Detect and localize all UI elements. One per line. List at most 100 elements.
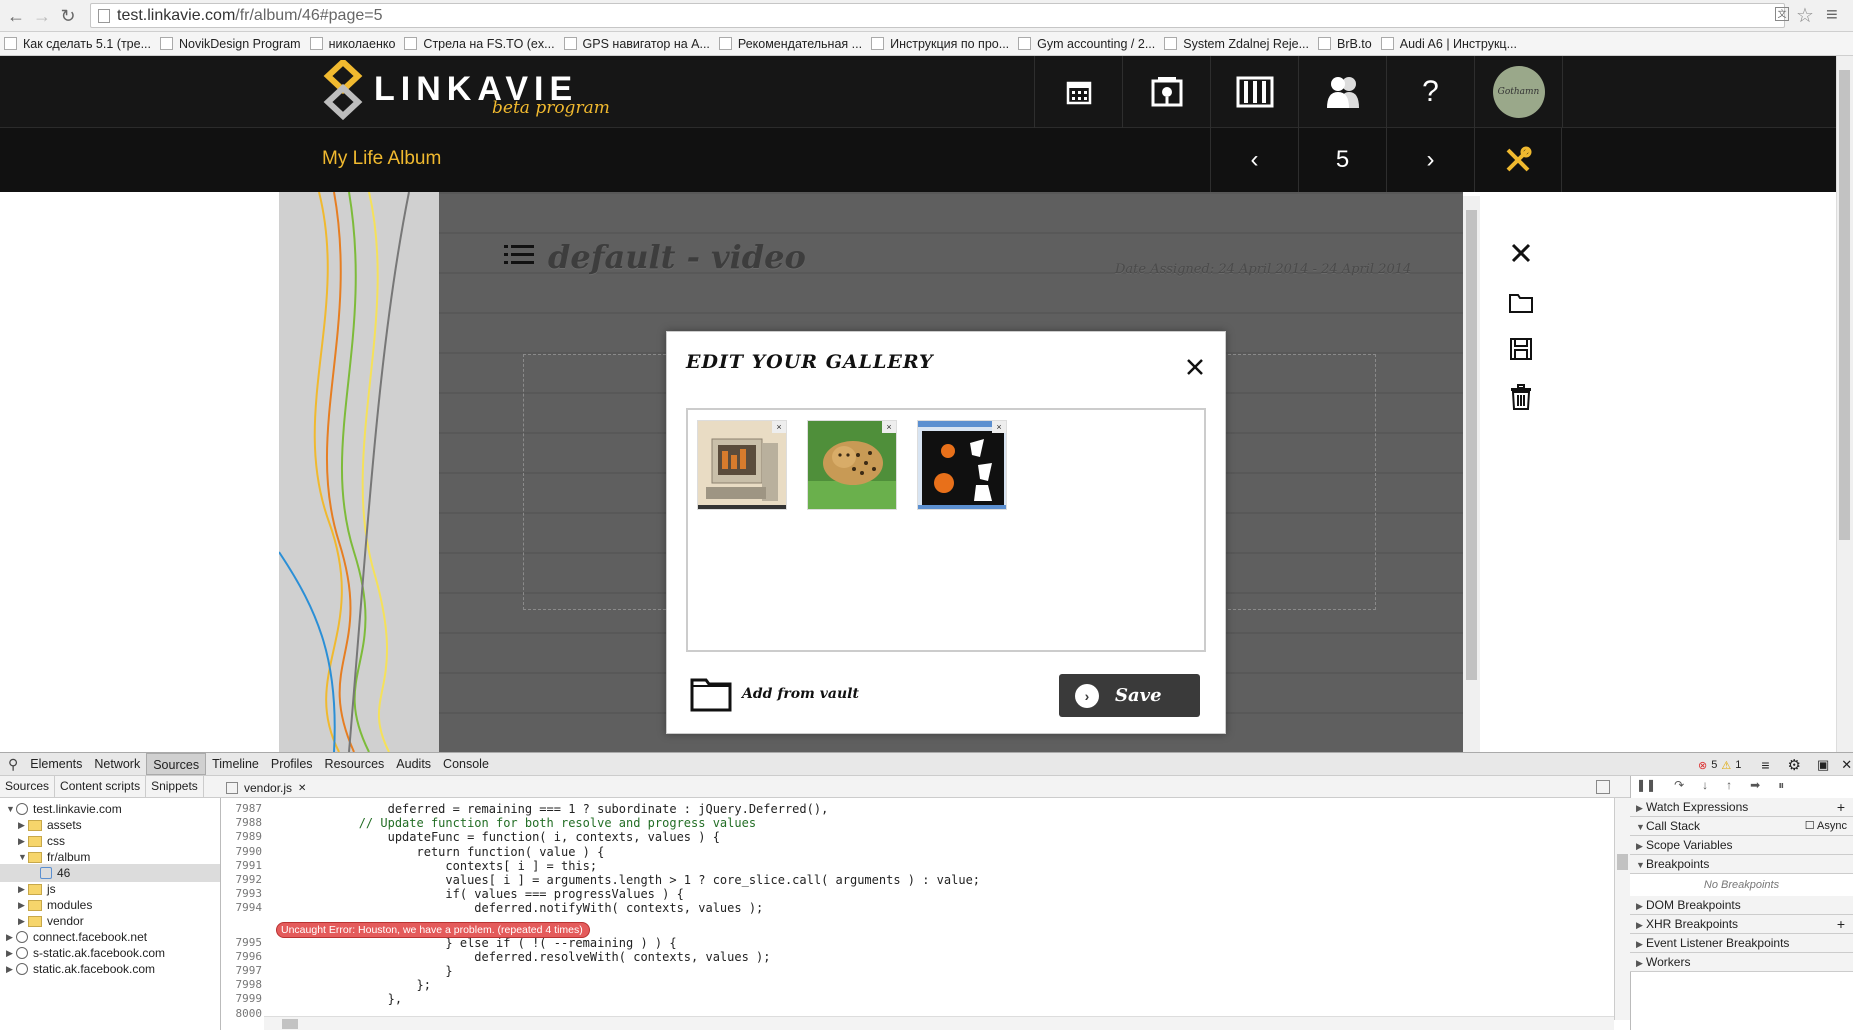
remove-thumbnail-icon[interactable]: × <box>882 421 896 433</box>
help-button[interactable]: ? <box>1386 56 1474 128</box>
devtools-tab-timeline[interactable]: Timeline <box>206 753 265 775</box>
line-number[interactable]: 8000 <box>222 1007 263 1020</box>
code-scrollbar-thumb[interactable] <box>1617 854 1628 870</box>
library-button[interactable] <box>1210 56 1298 128</box>
forward-icon[interactable]: → <box>30 5 54 27</box>
line-number[interactable]: 7995 <box>222 936 263 949</box>
page-scrollbar-thumb[interactable] <box>1839 70 1850 540</box>
add-from-vault-button[interactable]: Add from vault <box>690 676 859 712</box>
save-button[interactable]: › Save <box>1059 674 1200 717</box>
calendar-button[interactable] <box>1034 56 1122 128</box>
line-number[interactable]: 7987 <box>222 802 263 815</box>
bookmark-item[interactable]: GPS навигатор на А... <box>563 37 719 51</box>
trash-icon[interactable] <box>1508 384 1534 410</box>
code-hscrollbar[interactable] <box>264 1016 1614 1030</box>
close-tab-icon[interactable]: ✕ <box>298 783 306 794</box>
devtools-tab-audits[interactable]: Audits <box>390 753 437 775</box>
deactivate-breakpoints-icon[interactable]: ➡ <box>1750 778 1760 793</box>
line-number[interactable]: 7990 <box>222 845 263 858</box>
toggle-navigator-icon[interactable] <box>226 782 238 794</box>
gallery-thumbnail[interactable]: × <box>807 420 897 510</box>
add-icon[interactable]: + <box>1837 798 1845 817</box>
gallery-thumbnail[interactable]: × <box>697 420 787 510</box>
address-bar[interactable]: test.linkavie.com/fr/album/46#page=5 <box>90 3 1785 28</box>
save-icon[interactable] <box>1508 336 1534 362</box>
bookmark-item[interactable]: BrB.to <box>1318 37 1381 51</box>
debugger-section[interactable]: ▶ Workers <box>1630 953 1853 972</box>
sources-subtab[interactable]: Snippets <box>146 776 204 797</box>
open-file-tab[interactable]: vendor.js ✕ <box>226 778 306 798</box>
devtools-tab-console[interactable]: Console <box>437 753 495 775</box>
reload-icon[interactable]: ↻ <box>56 5 80 27</box>
content-scrollbar-thumb[interactable] <box>1466 210 1477 680</box>
debugger-section[interactable]: ▶ XHR Breakpoints + <box>1630 915 1853 934</box>
pause-icon[interactable]: ❚❚ <box>1636 778 1656 793</box>
expand-right-icon[interactable]: ▶ <box>6 960 16 978</box>
step-out-icon[interactable]: ↑ <box>1726 778 1732 793</box>
add-icon[interactable]: + <box>1837 915 1845 934</box>
line-number[interactable]: 7988 <box>222 816 263 829</box>
bookmark-item[interactable]: System Zdalnej Reje... <box>1164 37 1318 51</box>
devtools-tab-resources[interactable]: Resources <box>319 753 391 775</box>
line-number[interactable]: 7992 <box>222 873 263 886</box>
bookmark-item[interactable]: Audi A6 | Инструкц... <box>1380 37 1526 51</box>
devtools-tab-sources[interactable]: Sources <box>146 753 207 775</box>
page-menu-icon[interactable] <box>504 244 534 266</box>
line-number[interactable]: 7999 <box>222 992 263 1005</box>
inspect-icon[interactable]: ⚲ <box>8 756 18 773</box>
line-number[interactable]: 7993 <box>222 887 263 900</box>
line-number[interactable]: 7994 <box>222 901 263 914</box>
debugger-section[interactable]: ▶ Watch Expressions + <box>1630 798 1853 817</box>
folder-icon[interactable] <box>1508 290 1534 316</box>
devtools-tab-elements[interactable]: Elements <box>24 753 88 775</box>
debugger-section[interactable]: ▼Breakpoints <box>1630 855 1853 874</box>
friends-button[interactable] <box>1298 56 1386 128</box>
prev-page-button[interactable]: ‹ <box>1210 128 1298 192</box>
debugger-section[interactable]: ▼Call Stack ☐ Async <box>1630 817 1853 836</box>
profile-button[interactable]: Gothamn <box>1474 56 1562 128</box>
remove-thumbnail-icon[interactable]: × <box>992 421 1006 433</box>
toggle-debugger-icon[interactable] <box>1596 780 1610 794</box>
bookmark-item[interactable]: николаенко <box>309 37 405 51</box>
debugger-section[interactable]: ▶ DOM Breakpoints <box>1630 896 1853 915</box>
bookmark-item[interactable]: Gym accounting / 2... <box>1018 37 1164 51</box>
album-button[interactable] <box>1122 56 1210 128</box>
debugger-section[interactable]: ▶ Scope Variables <box>1630 836 1853 855</box>
devtools-tab-network[interactable]: Network <box>88 753 146 775</box>
code-scrollbar[interactable] <box>1614 798 1630 1020</box>
devtools-tab-profiles[interactable]: Profiles <box>265 753 319 775</box>
async-checkbox[interactable]: ☐ Async <box>1805 817 1847 836</box>
line-number[interactable]: 7996 <box>222 950 263 963</box>
close-devtools-icon[interactable]: ✕ <box>1841 757 1852 773</box>
devtools-status[interactable]: ⊗ 5 ⚠ 1 ≡ ⚙ ▣ ✕ <box>1698 756 1852 774</box>
gallery-thumbnail[interactable]: × <box>917 420 1007 510</box>
dock-icon[interactable]: ▣ <box>1817 757 1829 773</box>
bookmark-item[interactable]: Как сделать 5.1 (тре... <box>4 37 160 51</box>
bookmark-item[interactable]: NovikDesign Program <box>160 37 310 51</box>
line-number[interactable]: 7989 <box>222 830 263 843</box>
bookmark-item[interactable]: Инструкция по про... <box>871 37 1018 51</box>
line-number[interactable]: 7997 <box>222 964 263 977</box>
console-drawer-icon[interactable]: ≡ <box>1761 757 1769 773</box>
logo-icon[interactable] <box>322 57 364 121</box>
remove-thumbnail-icon[interactable]: × <box>772 421 786 433</box>
next-page-button[interactable]: › <box>1386 128 1474 192</box>
translate-icon[interactable]: 文 <box>1775 7 1789 21</box>
bookmark-item[interactable]: Рекомендательная ... <box>718 37 871 51</box>
close-page-icon[interactable] <box>1508 240 1534 266</box>
menu-icon[interactable]: ≡ <box>1826 4 1838 27</box>
star-icon[interactable]: ☆ <box>1796 3 1814 28</box>
close-icon[interactable] <box>1183 355 1207 379</box>
album-title[interactable]: My Life Album <box>322 148 441 170</box>
sources-subtab[interactable]: Sources <box>0 776 56 797</box>
bookmark-item[interactable]: Стрела на FS.TO (ex... <box>404 37 563 51</box>
line-number[interactable]: 7991 <box>222 859 263 872</box>
gear-icon[interactable]: ⚙ <box>1788 756 1801 774</box>
settings-button[interactable] <box>1474 128 1562 192</box>
back-icon[interactable]: ← <box>4 5 28 27</box>
line-number[interactable]: 7998 <box>222 978 263 991</box>
step-into-icon[interactable]: ↓ <box>1702 778 1708 793</box>
pause-on-exceptions-icon[interactable]: ⏸ <box>1778 778 1784 793</box>
tree-item[interactable]: ▶ static.ak.facebook.com <box>0 960 220 978</box>
sources-subtab[interactable]: Content scripts <box>55 776 147 797</box>
